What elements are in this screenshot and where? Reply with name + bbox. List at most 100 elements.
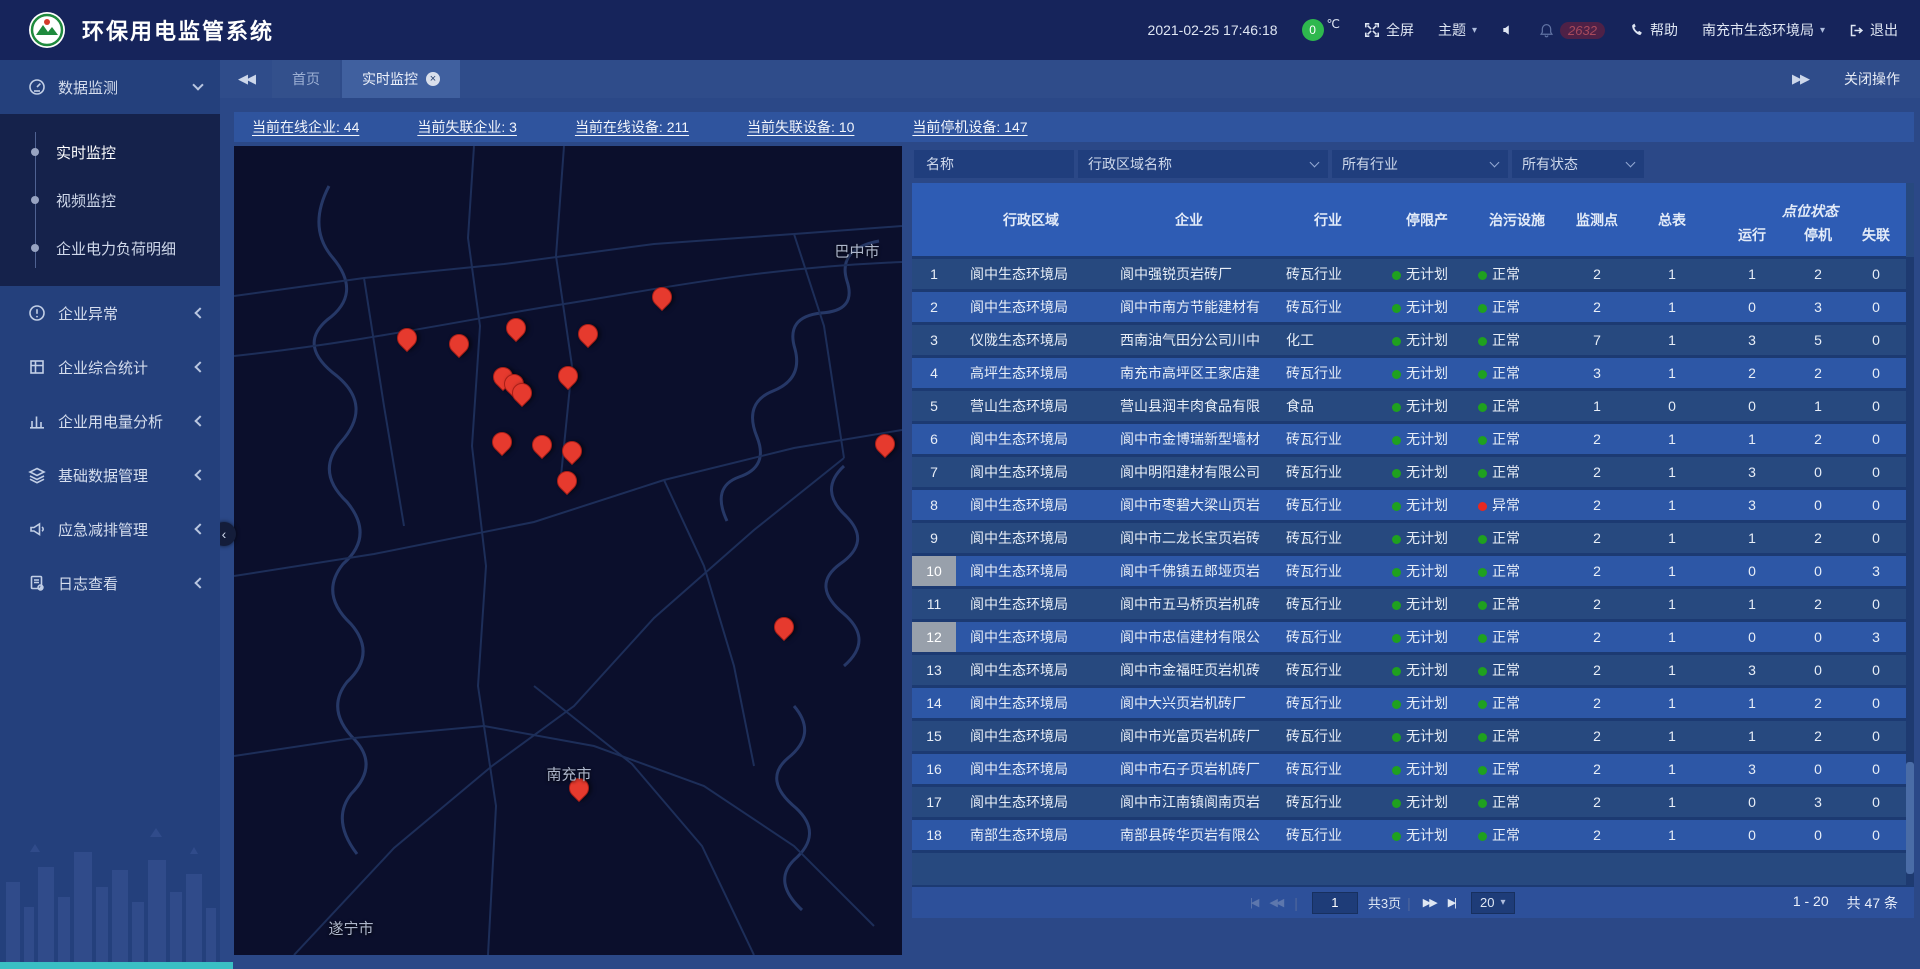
status-dot-green <box>1392 568 1401 577</box>
table-row[interactable]: 7阆中生态环境局阆中明阳建材有限公司砖瓦行业无计划正常21300 <box>912 455 1906 488</box>
next-page-button[interactable]: ▶▶ <box>1417 896 1442 909</box>
table-row[interactable]: 14阆中生态环境局阆中大兴页岩机砖厂砖瓦行业无计划正常21120 <box>912 686 1906 719</box>
sidebar-item-video-monitoring[interactable]: 视频监控 <box>0 176 220 224</box>
company-cell: 营山县润丰肉食品有限 <box>1106 389 1272 422</box>
fullscreen-icon <box>1364 22 1380 38</box>
scrollbar-thumb[interactable] <box>1906 762 1914 874</box>
running-cell: 1 <box>1714 257 1790 290</box>
chevron-left-icon <box>194 469 205 480</box>
map-pin[interactable] <box>553 467 581 495</box>
close-operations-button[interactable]: 关闭操作 <box>1844 69 1900 89</box>
page-number-input[interactable] <box>1312 892 1358 914</box>
app-logo <box>28 11 66 49</box>
table-row[interactable]: 10阆中生态环境局阆中千佛镇五郎垭页岩砖瓦行业无计划正常21003 <box>912 554 1906 587</box>
table-row[interactable]: 17阆中生态环境局阆中市江南镇阆南页岩砖瓦行业无计划正常21030 <box>912 785 1906 818</box>
sidebar-item-emergency-reduction[interactable]: 应急减排管理 <box>0 502 220 556</box>
map-pin[interactable] <box>445 330 473 358</box>
table-row[interactable]: 4高坪生态环境局南充市高坪区王家店建砖瓦行业无计划正常31220 <box>912 356 1906 389</box>
table-row[interactable]: 8阆中生态环境局阆中市枣碧大梁山页岩砖瓦行业无计划异常21300 <box>912 488 1906 521</box>
map-pin[interactable] <box>770 613 798 641</box>
stat-link[interactable]: 当前在线设备: 211 <box>575 117 689 137</box>
monitor-points-cell: 1 <box>1564 389 1630 422</box>
company-cell: 阆中千佛镇五郎垭页岩 <box>1106 554 1272 587</box>
monitor-points-cell: 2 <box>1564 488 1630 521</box>
table-row[interactable]: 16阆中生态环境局阆中市石子页岩机砖厂砖瓦行业无计划正常21300 <box>912 752 1906 785</box>
map-pin[interactable] <box>565 774 593 802</box>
log-icon <box>28 574 46 592</box>
table-row[interactable]: 9阆中生态环境局阆中市二龙长宝页岩砖砖瓦行业无计划正常21120 <box>912 521 1906 554</box>
region-cell: 营山生态环境局 <box>956 389 1106 422</box>
name-filter-input[interactable] <box>914 150 1074 178</box>
industry-filter-select[interactable]: 所有行业 <box>1332 150 1508 178</box>
status-dot-green <box>1392 535 1401 544</box>
help-button[interactable]: 帮助 <box>1629 20 1678 40</box>
status-filter-select[interactable]: 所有状态 <box>1512 150 1644 178</box>
map-pin[interactable] <box>554 362 582 390</box>
sidebar-item-power-load-detail[interactable]: 企业电力负荷明细 <box>0 224 220 272</box>
table-row[interactable]: 3仪陇生态环境局西南油气田分公司川中化工无计划正常71350 <box>912 323 1906 356</box>
status-dot-red <box>1478 502 1487 511</box>
region-filter-select[interactable]: 行政区域名称 <box>1078 150 1328 178</box>
total-meter-cell: 1 <box>1630 257 1714 290</box>
org-dropdown[interactable]: 南充市生态环境局▾ <box>1702 20 1825 40</box>
name-input[interactable] <box>924 155 1064 173</box>
map-pin[interactable] <box>558 437 586 465</box>
sidebar-item-company-abnormal[interactable]: 企业异常 <box>0 286 220 340</box>
close-icon[interactable]: × <box>426 72 440 86</box>
map-pin[interactable] <box>502 314 530 342</box>
map-pin[interactable] <box>574 320 602 348</box>
stat-link[interactable]: 当前失联企业: 3 <box>417 117 517 137</box>
status-dot-green <box>1478 667 1487 676</box>
row-index-cell: 10 <box>912 554 956 587</box>
page-size-select[interactable]: 20▾ <box>1471 892 1515 914</box>
map-pin[interactable] <box>528 431 556 459</box>
tab-scroll-left-icon[interactable]: ◀◀ <box>220 60 272 98</box>
table-row[interactable]: 15阆中生态环境局阆中市光富页岩机砖厂砖瓦行业无计划正常21120 <box>912 719 1906 752</box>
first-page-button[interactable]: |◀ <box>1244 896 1263 909</box>
map-pin[interactable] <box>648 283 676 311</box>
industry-cell: 砖瓦行业 <box>1272 653 1384 686</box>
sidebar-item-log-view[interactable]: 日志查看 <box>0 556 220 610</box>
sidebar-item-data-monitoring[interactable]: 数据监测 <box>0 60 220 114</box>
map-pin[interactable] <box>871 430 899 458</box>
table-row[interactable]: 2阆中生态环境局阆中市南方节能建材有砖瓦行业无计划正常21030 <box>912 290 1906 323</box>
sidebar-item-basic-data[interactable]: 基础数据管理 <box>0 448 220 502</box>
table-row[interactable]: 5营山生态环境局营山县润丰肉食品有限食品无计划正常10010 <box>912 389 1906 422</box>
facility-cell: 正常 <box>1470 719 1564 752</box>
stat-link[interactable]: 当前失联设备: 10 <box>747 117 854 137</box>
stat-link[interactable]: 当前在线企业: 44 <box>252 117 359 137</box>
last-page-button[interactable]: ▶| <box>1442 896 1461 909</box>
stat-link[interactable]: 当前停机设备: 147 <box>912 117 1027 137</box>
industry-cell: 砖瓦行业 <box>1272 785 1384 818</box>
region-cell: 阆中生态环境局 <box>956 587 1106 620</box>
sidebar-item-company-statistics[interactable]: 企业综合统计 <box>0 340 220 394</box>
tab-scroll-right-icon[interactable]: ▶▶ <box>1774 71 1826 87</box>
sidebar-submenu: 实时监控 视频监控 企业电力负荷明细 <box>0 114 220 286</box>
table-row[interactable]: 18南部生态环境局南部县砖华页岩有限公砖瓦行业无计划正常21000 <box>912 818 1906 851</box>
table-row[interactable]: 6阆中生态环境局阆中市金博瑞新型墙材砖瓦行业无计划正常21120 <box>912 422 1906 455</box>
monitor-points-cell: 2 <box>1564 290 1630 323</box>
table-row[interactable]: 12阆中生态环境局阆中市忠信建材有限公砖瓦行业无计划正常21003 <box>912 620 1906 653</box>
notification-bell[interactable]: 2632 <box>1539 22 1605 39</box>
sidebar-item-power-analysis[interactable]: 企业用电量分析 <box>0 394 220 448</box>
row-index-cell: 4 <box>912 356 956 389</box>
tab-realtime-monitoring[interactable]: 实时监控 × <box>342 60 460 98</box>
sidebar-item-realtime-monitoring[interactable]: 实时监控 <box>0 128 220 176</box>
map-panel[interactable]: 巴中市南充市遂宁市 <box>234 146 902 955</box>
monitor-points-cell: 7 <box>1564 323 1630 356</box>
fullscreen-button[interactable]: 全屏 <box>1364 20 1414 40</box>
map-pin[interactable] <box>393 324 421 352</box>
prev-page-button[interactable]: ◀◀ <box>1263 896 1288 909</box>
stopped-cell: 0 <box>1790 653 1846 686</box>
table-row[interactable]: 1阆中生态环境局阆中强锐页岩砖厂砖瓦行业无计划正常21120 <box>912 257 1906 290</box>
exit-button[interactable]: 退出 <box>1849 20 1898 40</box>
speaker-icon[interactable] <box>1501 23 1515 37</box>
tab-home[interactable]: 首页 <box>272 60 340 98</box>
table-row[interactable]: 13阆中生态环境局阆中市金福旺页岩机砖砖瓦行业无计划正常21300 <box>912 653 1906 686</box>
region-cell: 阆中生态环境局 <box>956 521 1106 554</box>
pin-layer <box>234 146 902 955</box>
map-pin[interactable] <box>488 428 516 456</box>
theme-dropdown[interactable]: 主题▾ <box>1438 20 1477 40</box>
table-row[interactable]: 11阆中生态环境局阆中市五马桥页岩机砖砖瓦行业无计划正常21120 <box>912 587 1906 620</box>
stop-limit-cell: 无计划 <box>1384 587 1470 620</box>
